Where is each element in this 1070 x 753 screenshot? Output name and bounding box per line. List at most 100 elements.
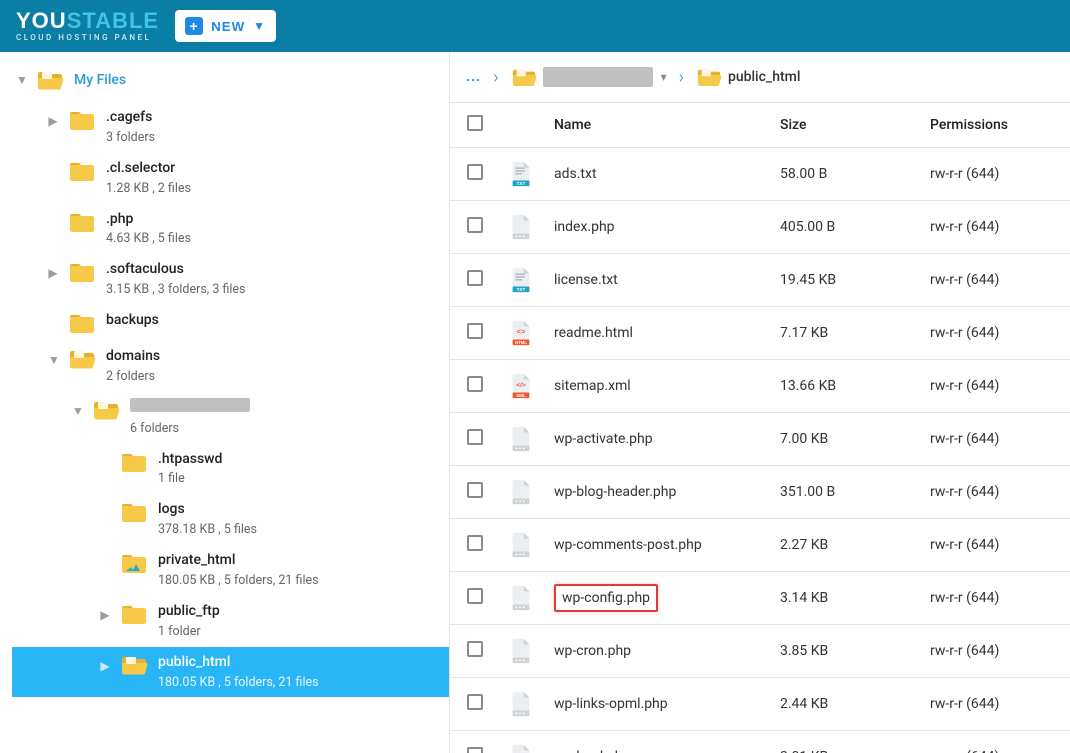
column-header-checkbox[interactable] <box>450 103 500 148</box>
folder-icon <box>120 500 148 524</box>
row-checkbox[interactable] <box>467 641 483 657</box>
file-row[interactable]: wp-load.php3.81 KBrw-r-r (644) <box>450 731 1070 753</box>
file-name[interactable]: wp-comments-post.php <box>554 537 702 553</box>
tree-item-private-html[interactable]: private_html180.05 KB , 5 folders, 21 fi… <box>12 545 449 596</box>
file-size: 7.00 KB <box>770 413 920 466</box>
file-name[interactable]: wp-blog-header.php <box>554 484 676 500</box>
tree-item-meta: 2 folders <box>106 369 160 386</box>
row-checkbox[interactable] <box>467 429 483 445</box>
file-row[interactable]: wp-cron.php3.85 KBrw-r-r (644) <box>450 625 1070 678</box>
tree-item-public-ftp[interactable]: ▶public_ftp1 folder <box>12 596 449 647</box>
row-checkbox[interactable] <box>467 694 483 710</box>
file-name[interactable]: wp-activate.php <box>554 431 653 447</box>
file-name[interactable]: license.txt <box>554 272 618 288</box>
file-name[interactable]: readme.html <box>554 325 633 341</box>
chevron-down-icon[interactable]: ▼ <box>48 347 58 367</box>
file-size: 19.45 KB <box>770 254 920 307</box>
file-name[interactable]: sitemap.xml <box>554 378 631 394</box>
tree-item--php[interactable]: .php4.63 KB , 5 files <box>12 204 449 255</box>
chevron-down-icon[interactable]: ▾ <box>659 70 667 84</box>
breadcrumb-label: public_html <box>728 69 800 85</box>
file-size: 7.17 KB <box>770 307 920 360</box>
tree-item-logs[interactable]: logs378.18 KB , 5 files <box>12 494 449 545</box>
tree-item-meta: 180.05 KB , 5 folders, 21 files <box>158 675 319 692</box>
logo-text-prefix: YOU <box>16 8 67 33</box>
file-row[interactable]: index.php 405.00 Brw-r-r (644) <box>450 201 1070 254</box>
row-checkbox[interactable] <box>467 535 483 551</box>
file-row[interactable]: wp-config.php 3.14 KBrw-r-r (644) <box>450 572 1070 625</box>
file-name[interactable]: wp-links-opml.php <box>554 696 668 712</box>
file-listing-panel: ... › ▾ › public_html Name Si <box>450 52 1070 753</box>
row-checkbox[interactable] <box>467 323 483 339</box>
file-php-icon <box>510 531 532 559</box>
checkbox-icon[interactable] <box>467 115 483 131</box>
tree-item-meta: 6 folders <box>130 421 250 438</box>
row-checkbox[interactable] <box>467 376 483 392</box>
file-size: 3.14 KB <box>770 572 920 625</box>
row-checkbox[interactable] <box>467 482 483 498</box>
row-checkbox[interactable] <box>467 588 483 604</box>
file-row[interactable]: wp-blog-header.php351.00 Brw-r-r (644) <box>450 466 1070 519</box>
breadcrumb-item-domain[interactable]: ▾ <box>511 66 667 88</box>
file-php-icon <box>510 213 532 241</box>
file-php-icon <box>510 478 532 506</box>
file-table-scroll[interactable]: Name Size Permissions ads.txt58.00 Brw-r… <box>450 102 1070 753</box>
chevron-down-icon[interactable]: ▼ <box>72 398 82 418</box>
file-name[interactable]: ads.txt <box>554 166 597 182</box>
tree-item-label: .php <box>106 210 191 229</box>
column-header-name[interactable]: Name <box>544 103 770 148</box>
file-row[interactable]: wp-comments-post.php2.27 KBrw-r-r (644) <box>450 519 1070 572</box>
folder-link-icon <box>120 551 148 575</box>
file-name[interactable]: index.php <box>554 219 615 235</box>
chevron-right-icon[interactable]: ▶ <box>48 260 58 280</box>
brand-logo[interactable]: YOUSTABLE CLOUD HOSTING PANEL <box>16 10 159 42</box>
column-header-size[interactable]: Size <box>770 103 920 148</box>
tree-item-redacted[interactable]: ▼ 6 folders <box>12 392 449 444</box>
folder-open-icon <box>92 398 120 422</box>
file-size: 405.00 B <box>770 201 920 254</box>
breadcrumb-item-public-html[interactable]: public_html <box>696 66 800 88</box>
plus-icon: + <box>185 17 203 35</box>
column-header-permissions[interactable]: Permissions <box>920 103 1070 148</box>
tree-item-backups[interactable]: backups <box>12 305 449 341</box>
chevron-right-icon[interactable]: ▶ <box>100 653 110 673</box>
tree-item-label <box>130 398 250 418</box>
row-checkbox[interactable] <box>467 217 483 233</box>
new-button[interactable]: + NEW ▼ <box>175 10 276 42</box>
file-row[interactable]: license.txt19.45 KBrw-r-r (644) <box>450 254 1070 307</box>
arrow-spacer <box>48 311 58 317</box>
file-size: 3.85 KB <box>770 625 920 678</box>
chevron-right-icon[interactable]: ▶ <box>100 602 110 622</box>
tree-item--cl-selector[interactable]: .cl.selector1.28 KB , 2 files <box>12 153 449 204</box>
tree-item-public-html[interactable]: ▶public_html180.05 KB , 5 folders, 21 fi… <box>12 647 449 698</box>
tree-item-label: .cl.selector <box>106 159 191 178</box>
breadcrumb-ellipsis[interactable]: ... <box>466 69 481 85</box>
file-size: 2.44 KB <box>770 678 920 731</box>
file-row[interactable]: wp-links-opml.php 2.44 KBrw-r-r (644) <box>450 678 1070 731</box>
file-name[interactable]: wp-cron.php <box>554 643 631 659</box>
tree-item-domains[interactable]: ▼domains2 folders <box>12 341 449 392</box>
file-row[interactable]: wp-activate.php7.00 KBrw-r-r (644) <box>450 413 1070 466</box>
chevron-down-icon[interactable]: ▼ <box>16 73 26 87</box>
file-row[interactable]: readme.html7.17 KBrw-r-r (644) <box>450 307 1070 360</box>
file-permissions: rw-r-r (644) <box>920 201 1070 254</box>
file-row[interactable]: ads.txt58.00 Brw-r-r (644) <box>450 148 1070 201</box>
file-name[interactable]: wp-load.php <box>554 749 630 753</box>
tree-item--softaculous[interactable]: ▶.softaculous3.15 KB , 3 folders, 3 file… <box>12 254 449 305</box>
chevron-down-icon: ▼ <box>253 19 266 33</box>
row-checkbox[interactable] <box>467 270 483 286</box>
row-checkbox[interactable] <box>467 164 483 180</box>
tree-root-my-files[interactable]: ▼ My Files <box>12 64 449 102</box>
row-checkbox[interactable] <box>467 747 483 753</box>
logo-tagline: CLOUD HOSTING PANEL <box>16 34 159 42</box>
file-row[interactable]: sitemap.xml13.66 KBrw-r-r (644) <box>450 360 1070 413</box>
chevron-right-icon[interactable]: ▶ <box>48 108 58 128</box>
tree-item--cagefs[interactable]: ▶.cagefs3 folders <box>12 102 449 153</box>
folder-icon <box>68 159 96 183</box>
file-permissions: rw-r-r (644) <box>920 572 1070 625</box>
file-php-icon <box>510 690 532 718</box>
tree-item--htpasswd[interactable]: .htpasswd1 file <box>12 444 449 495</box>
file-permissions: rw-r-r (644) <box>920 678 1070 731</box>
file-html-icon <box>510 319 532 347</box>
file-name[interactable]: wp-config.php <box>554 584 658 612</box>
